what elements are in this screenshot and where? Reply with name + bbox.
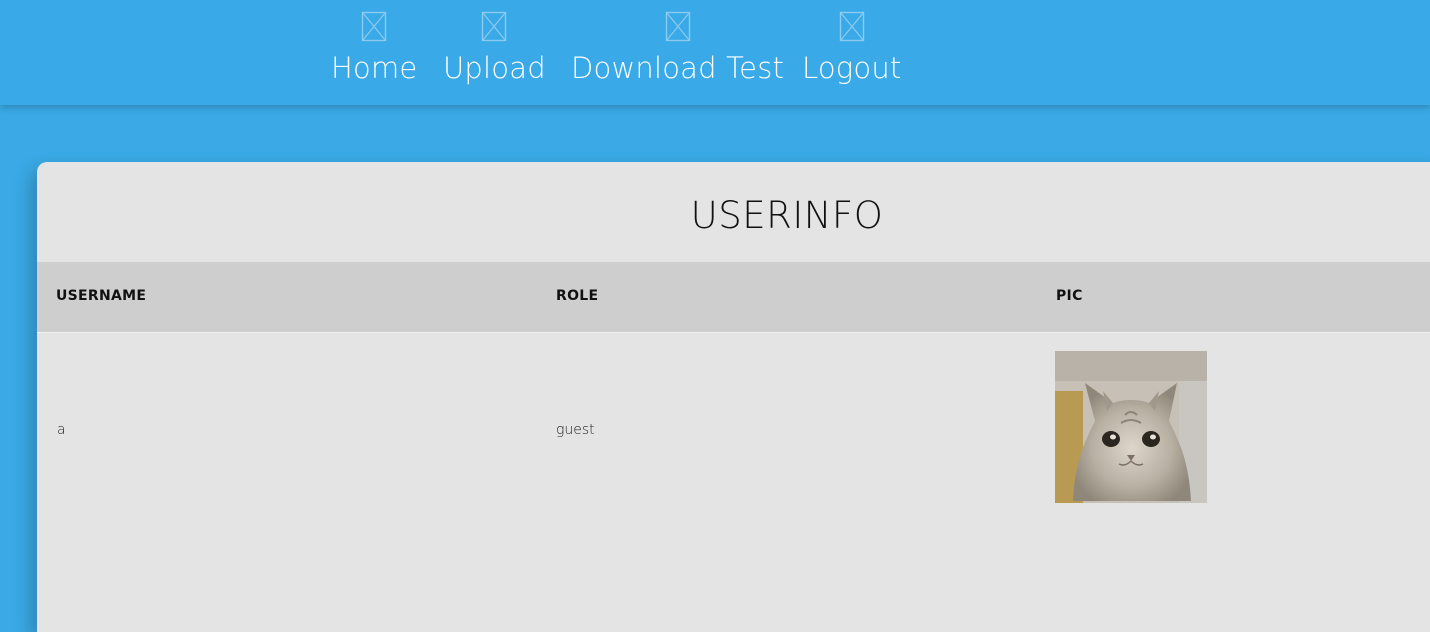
column-header-username: USERNAME	[56, 288, 147, 304]
nav-item-logout[interactable]: Logout	[802, 0, 902, 84]
top-navbar: Home Upload Download Test Logout	[0, 0, 1430, 105]
nav-item-upload[interactable]: Upload	[443, 0, 546, 84]
nav-label-upload: Upload	[443, 51, 546, 85]
userinfo-card: USERINFO USERNAME ROLE PIC a guest	[37, 162, 1430, 632]
column-header-role: ROLE	[556, 288, 599, 304]
broken-image-icon	[482, 11, 507, 42]
page-title: USERINFO	[690, 194, 884, 237]
row-divider	[37, 332, 1430, 333]
column-header-pic: PIC	[1056, 288, 1083, 304]
broken-image-icon	[839, 11, 864, 42]
nav-label-logout: Logout	[802, 51, 902, 85]
nav-label-home: Home	[331, 51, 418, 85]
broken-image-icon	[665, 11, 690, 42]
nav-label-download-test: Download Test	[571, 51, 785, 85]
table-header: USERNAME ROLE PIC	[37, 262, 1430, 332]
cat-avatar-image	[1055, 351, 1207, 503]
cell-username: a	[57, 422, 66, 438]
broken-image-icon	[362, 11, 387, 42]
nav-item-download-test[interactable]: Download Test	[571, 0, 784, 84]
cell-role: guest	[556, 422, 595, 438]
nav-item-home[interactable]: Home	[331, 0, 417, 84]
